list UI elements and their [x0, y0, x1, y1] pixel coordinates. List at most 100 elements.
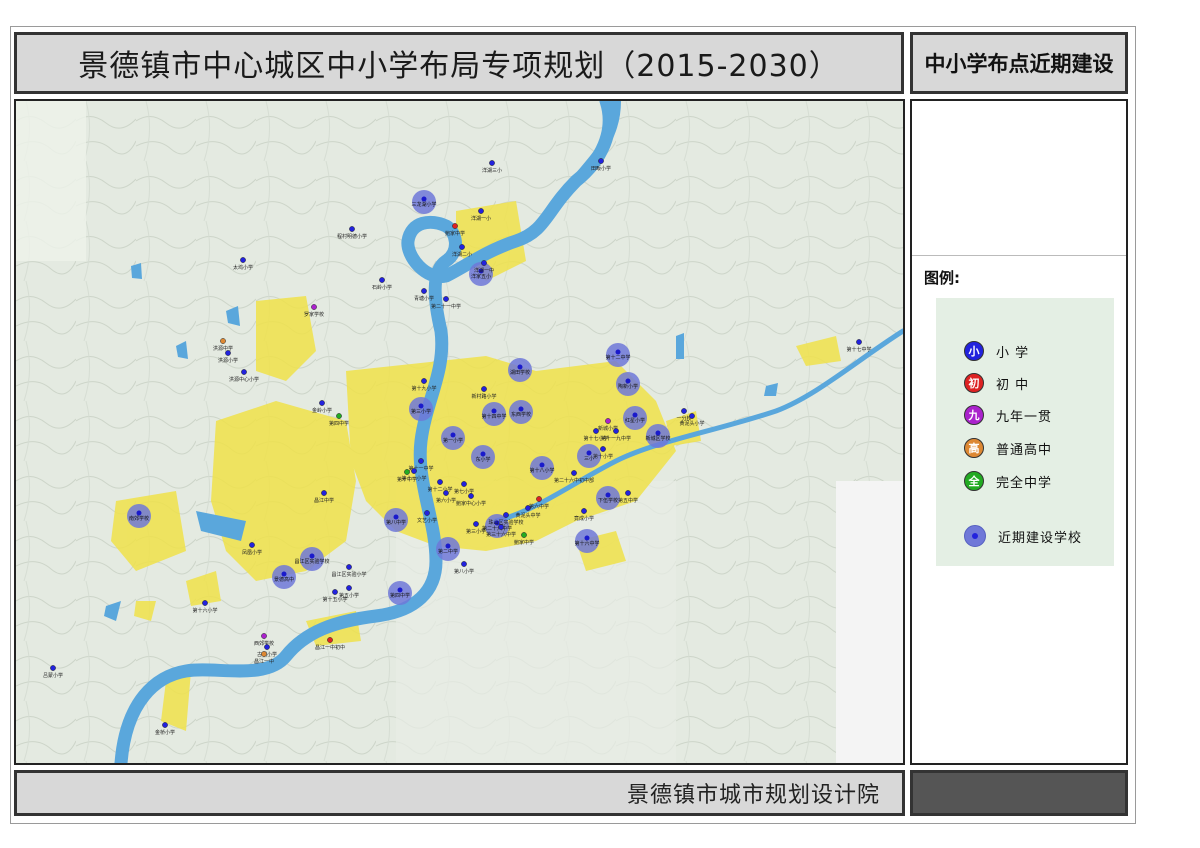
primary-school-icon: 小 [964, 341, 984, 361]
school-dot [309, 553, 315, 559]
school-dot [379, 277, 385, 283]
school-dot [349, 226, 355, 232]
planned-school-marker[interactable]: 景德高中 [272, 565, 296, 589]
map-panel[interactable]: 三龙湖小学 洋家五小 南郊学校 第十二中学 陶新小学 新城区学校 第三小学 第一小学 第十四中学… [14, 99, 905, 765]
school-dot [332, 589, 338, 595]
school-dot [615, 349, 621, 355]
school-dot [605, 492, 611, 498]
planned-school-label: 南郊学校 [129, 515, 149, 522]
school-label: 珠山区实验学校 [488, 519, 523, 526]
legend-item-nine-year: 九 九年一贯 [964, 404, 1052, 426]
school-dot [481, 260, 487, 266]
planned-school-label: 第十二中学 [605, 354, 630, 361]
planned-school-label: 第四中学 [390, 592, 410, 599]
planned-school-marker[interactable]: 红星小学 [623, 406, 647, 430]
school-dot [571, 470, 577, 476]
school-dot [404, 469, 410, 475]
school-label: 第六中学 [529, 503, 549, 510]
school-dot [261, 633, 267, 639]
school-label: 太坞小学 [233, 264, 253, 271]
school-dot [249, 542, 255, 548]
subtitle-box: 中小学布点近期建设 [910, 32, 1128, 94]
school-label: 第十五小学 [322, 596, 347, 603]
school-label: 石岭小学 [372, 284, 392, 291]
planned-school-label: 第十六中学 [574, 540, 599, 547]
planned-school-marker[interactable]: 南郊学校 [127, 504, 151, 528]
school-label: 鲍家中学 [514, 539, 534, 546]
school-dot [613, 428, 619, 434]
school-dot [437, 479, 443, 485]
school-label: 黄泥头小学 [679, 420, 704, 427]
school-label: 昌江区实验小学 [331, 571, 366, 578]
school-label: 第四中学 [329, 420, 349, 427]
school-dot [319, 400, 325, 406]
school-label: 竟成小学 [574, 515, 594, 522]
school-dot [584, 535, 590, 541]
legend-panel-frame: 图例: 小 小 学 初 初 中 九 九年一贯 高 普通高中 全 完全中学 近期建… [910, 99, 1128, 765]
school-dot [311, 304, 317, 310]
footer-right-block [910, 770, 1128, 816]
planned-school-marker[interactable]: 洋家五小 [469, 262, 493, 286]
planned-school-label: 湖田学校 [510, 369, 530, 376]
school-dot [281, 571, 287, 577]
school-dot [202, 600, 208, 606]
planned-school-marker[interactable]: 第四中学 [388, 581, 412, 605]
title-box: 景德镇市中心城区中小学布局专项规划（2015-2030） [14, 32, 904, 94]
school-dot [424, 510, 430, 516]
school-label: 第三小学 [466, 528, 486, 535]
school-dot [421, 288, 427, 294]
side-divider [912, 255, 1126, 256]
school-dot [521, 532, 527, 538]
school-label: 第十中学 [397, 476, 417, 483]
school-label: 第十九小学 [411, 385, 436, 392]
school-dot [655, 430, 661, 436]
school-dot [327, 637, 333, 643]
legend-item-planned: 近期建设学校 [964, 525, 1082, 547]
high-school-icon: 高 [964, 438, 984, 458]
planned-school-label: 第十八小学 [529, 467, 554, 474]
school-dot [491, 408, 497, 414]
school-label: 第六小学 [436, 497, 456, 504]
school-dot [220, 338, 226, 344]
school-dot [336, 413, 342, 419]
school-label: 昌江一中初中 [315, 644, 345, 651]
school-dot [261, 651, 267, 657]
school-dot [443, 490, 449, 496]
school-dot [517, 364, 523, 370]
planned-school-marker[interactable]: 东西学校 [509, 400, 533, 424]
planned-school-marker[interactable]: 下伍学校 [596, 486, 620, 510]
school-dot [480, 451, 486, 457]
school-label: 第十七小学 [583, 435, 608, 442]
planned-school-label: 东小学 [475, 456, 490, 463]
planned-school-marker[interactable]: 第二中学 [436, 537, 460, 561]
school-dot [593, 428, 599, 434]
school-label: 金岭小学 [312, 407, 332, 414]
planned-school-marker[interactable]: 湖田学校 [508, 358, 532, 382]
page-title: 景德镇市中心城区中小学布局专项规划（2015-2030） [78, 49, 840, 84]
planned-school-marker[interactable]: 东小学 [471, 445, 495, 469]
school-dot [418, 458, 424, 464]
planned-school-label: 第二十六中学 [482, 525, 512, 532]
school-label: 洋湖一小 [471, 215, 491, 222]
planned-school-marker[interactable]: 第一小学 [441, 426, 465, 450]
planned-school-marker[interactable]: 第八中学 [384, 508, 408, 532]
school-label: 第十小学 [593, 453, 613, 460]
footer-box: 景德镇市城市规划设计院 [14, 770, 905, 816]
school-dot [421, 378, 427, 384]
planned-school-marker[interactable]: 第三小学 [409, 397, 433, 421]
school-label: 文艺小学 [417, 517, 437, 524]
school-label: 昌江中学 [314, 497, 334, 504]
planned-school-label: 红星小学 [625, 417, 645, 424]
school-dot [468, 493, 474, 499]
legend-item-high: 高 普通高中 [964, 437, 1052, 459]
school-dot [600, 446, 606, 452]
school-label: 第二十六中初中部 [554, 477, 594, 484]
legend-label: 普通高中 [996, 442, 1053, 458]
school-dot [240, 257, 246, 263]
school-label: 黄泥头中学 [515, 512, 540, 519]
school-label: 第八小学 [454, 568, 474, 575]
school-dot [459, 244, 465, 250]
school-dot [581, 508, 587, 514]
planned-school-marker[interactable]: 陶新小学 [616, 372, 640, 396]
school-dot [418, 403, 424, 409]
